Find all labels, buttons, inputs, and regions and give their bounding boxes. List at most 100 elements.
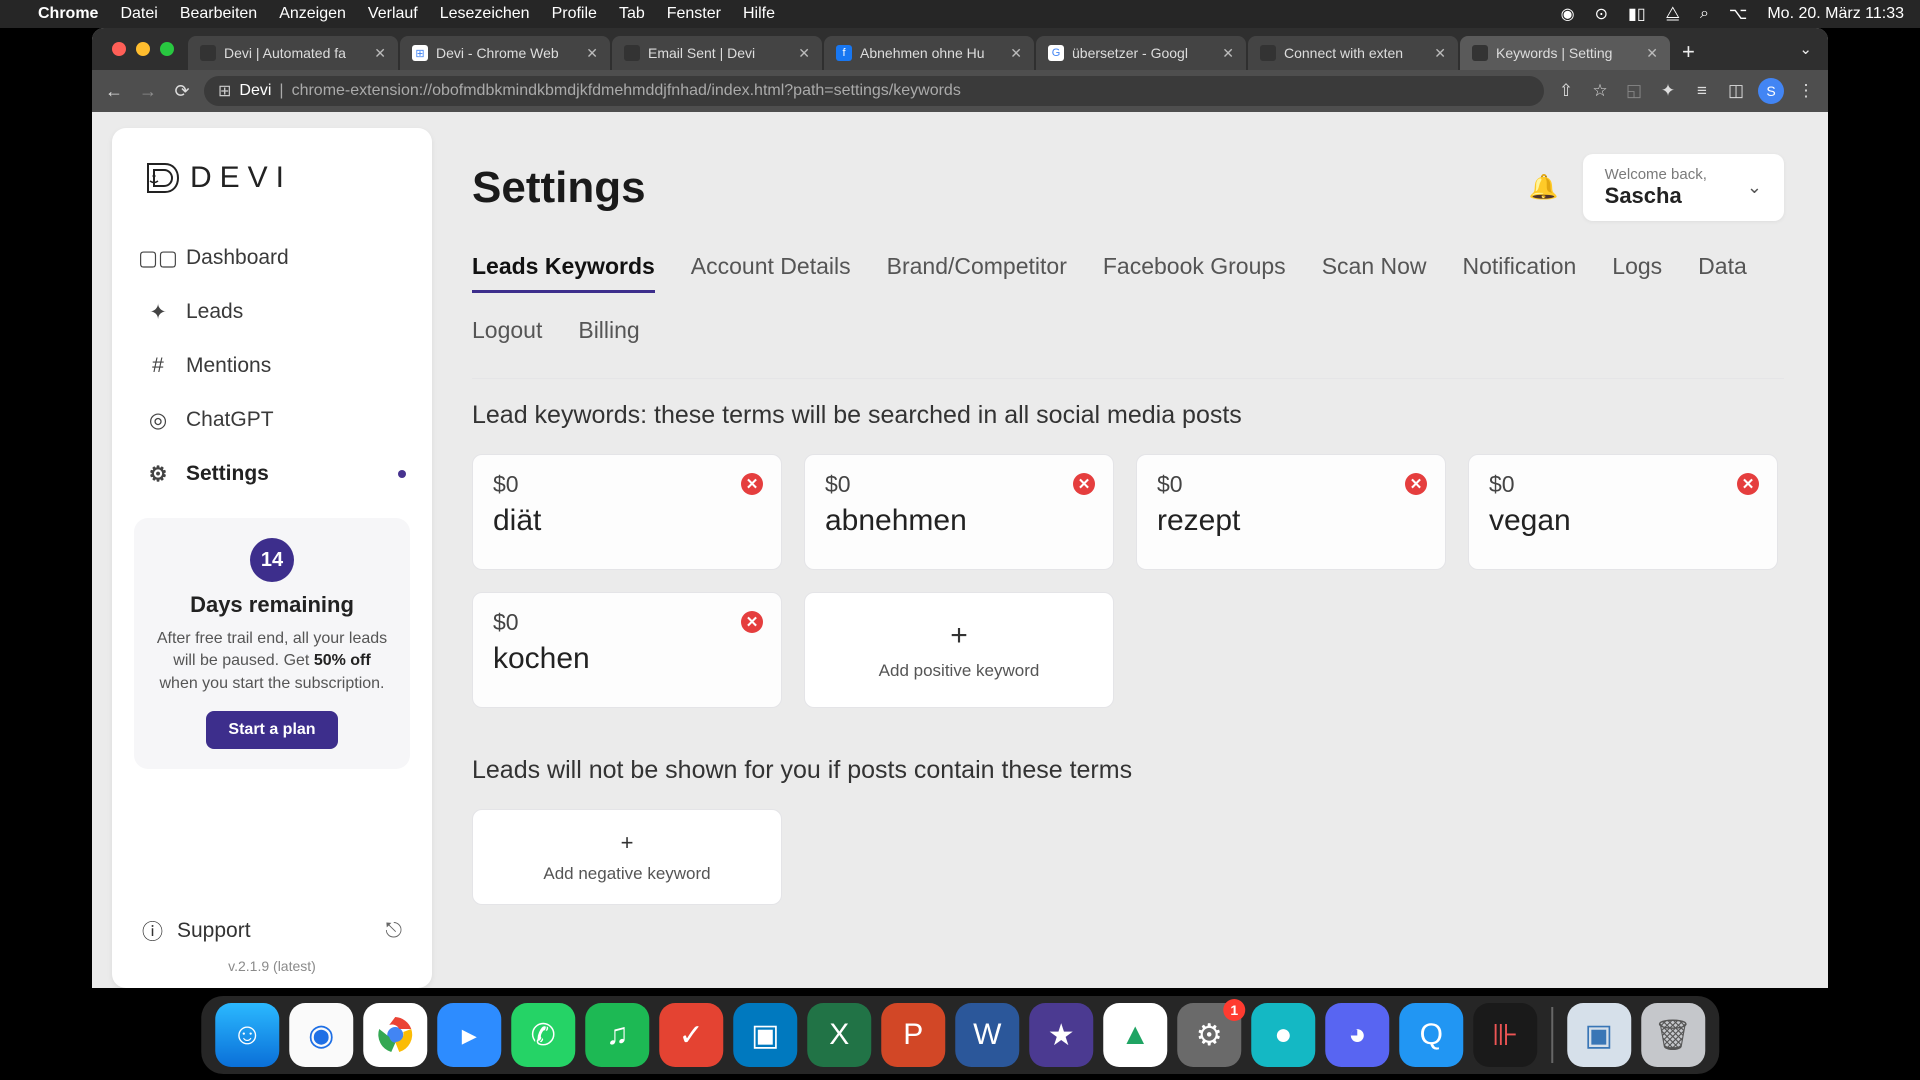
menu-view[interactable]: Anzeigen	[279, 5, 346, 23]
delete-keyword-icon[interactable]: ✕	[1737, 473, 1759, 495]
delete-keyword-icon[interactable]: ✕	[1405, 473, 1427, 495]
menu-window[interactable]: Fenster	[667, 5, 721, 23]
delete-keyword-icon[interactable]: ✕	[1073, 473, 1095, 495]
bell-icon[interactable]: 🔔	[1529, 173, 1559, 202]
dock-zoom-icon[interactable]: ▸	[437, 1003, 501, 1067]
browser-tab-active[interactable]: Keywords | Setting ✕	[1460, 36, 1670, 70]
dock-excel-icon[interactable]: X	[807, 1003, 871, 1067]
sidebar-item-dashboard[interactable]: ▢▢ Dashboard	[132, 234, 412, 282]
dock-finder-icon[interactable]: ☺	[215, 1003, 279, 1067]
tab-close-icon[interactable]: ✕	[1646, 45, 1658, 62]
menu-edit[interactable]: Bearbeiten	[180, 5, 257, 23]
clock[interactable]: Mo. 20. März 11:33	[1767, 5, 1904, 23]
dock-spotify-icon[interactable]: ♫	[585, 1003, 649, 1067]
tab-logs[interactable]: Logs	[1612, 253, 1662, 293]
chrome-menu-icon[interactable]: ⋮	[1794, 81, 1818, 101]
bookmark-icon[interactable]: ☆	[1588, 81, 1612, 101]
play-icon[interactable]: ⊙	[1595, 4, 1608, 24]
sidebar-item-settings[interactable]: ⚙ Settings	[132, 450, 412, 498]
control-center-icon[interactable]: ⌥	[1729, 4, 1747, 24]
menu-help[interactable]: Hilfe	[743, 5, 775, 23]
back-button[interactable]: ←	[102, 81, 126, 102]
add-negative-keyword-button[interactable]: + Add negative keyword	[472, 809, 782, 905]
menu-tab[interactable]: Tab	[619, 5, 645, 23]
dock-discord-icon[interactable]: ◕	[1325, 1003, 1389, 1067]
dock-chrome-icon[interactable]	[363, 1003, 427, 1067]
browser-tab[interactable]: Email Sent | Devi ✕	[612, 36, 822, 70]
address-bar[interactable]: ⊞ Devi | chrome-extension://obofmdbkmind…	[204, 76, 1544, 106]
delete-keyword-icon[interactable]: ✕	[741, 473, 763, 495]
browser-tab[interactable]: ⊞ Devi - Chrome Web ✕	[400, 36, 610, 70]
tab-scan-now[interactable]: Scan Now	[1322, 253, 1427, 293]
browser-tab[interactable]: Devi | Automated fa ✕	[188, 36, 398, 70]
sidebar-item-leads[interactable]: ✦ Leads	[132, 288, 412, 336]
menu-history[interactable]: Verlauf	[368, 5, 418, 23]
tab-overflow-icon[interactable]: ⌄	[1783, 40, 1828, 58]
extensions-icon[interactable]: ✦	[1656, 81, 1680, 101]
dock-quicktime-icon[interactable]: Q	[1399, 1003, 1463, 1067]
start-plan-button[interactable]: Start a plan	[206, 711, 337, 749]
tab-close-icon[interactable]: ✕	[1434, 45, 1446, 62]
reload-button[interactable]: ⟳	[170, 81, 194, 102]
share-icon[interactable]: ⇧	[1554, 81, 1578, 101]
tab-facebook-groups[interactable]: Facebook Groups	[1103, 253, 1286, 293]
dock-voice-memos-icon[interactable]: ⊪	[1473, 1003, 1537, 1067]
dock-todoist-icon[interactable]: ✓	[659, 1003, 723, 1067]
logo[interactable]: DEVI	[112, 158, 432, 234]
browser-tab[interactable]: f Abnehmen ohne Hu ✕	[824, 36, 1034, 70]
side-panel-icon[interactable]: ◫	[1724, 81, 1748, 101]
dock-separator	[1551, 1007, 1553, 1063]
wifi-icon[interactable]: ⧋	[1666, 5, 1680, 23]
dock-preview-icon[interactable]: ▣	[1567, 1003, 1631, 1067]
dock-word-icon[interactable]: W	[955, 1003, 1019, 1067]
minimize-window-icon[interactable]	[136, 42, 150, 56]
add-positive-keyword-button[interactable]: + Add positive keyword	[804, 592, 1114, 708]
dock-powerpoint-icon[interactable]: P	[881, 1003, 945, 1067]
support-link[interactable]: ⓘ Support ⎋	[112, 906, 432, 952]
tab-data[interactable]: Data	[1698, 253, 1747, 293]
search-icon[interactable]: ⌕	[1700, 5, 1709, 23]
tab-notification[interactable]: Notification	[1463, 253, 1577, 293]
reading-list-icon[interactable]: ≡	[1690, 81, 1714, 101]
tab-close-icon[interactable]: ✕	[1010, 45, 1022, 62]
browser-tab[interactable]: Connect with exten ✕	[1248, 36, 1458, 70]
sidebar-item-mentions[interactable]: # Mentions	[132, 342, 412, 390]
dock-imovie-icon[interactable]: ★	[1029, 1003, 1093, 1067]
profile-avatar[interactable]: S	[1758, 78, 1784, 104]
sidebar-item-chatgpt[interactable]: ◎ ChatGPT	[132, 396, 412, 444]
tab-leads-keywords[interactable]: Leads Keywords	[472, 253, 655, 293]
dock-trello-icon[interactable]: ▣	[733, 1003, 797, 1067]
forward-button[interactable]: →	[136, 81, 160, 102]
tab-close-icon[interactable]: ✕	[1222, 45, 1234, 62]
menu-profile[interactable]: Profile	[552, 5, 597, 23]
dock-app-icon[interactable]: ●	[1251, 1003, 1315, 1067]
maximize-window-icon[interactable]	[160, 42, 174, 56]
record-icon[interactable]: ◉	[1561, 4, 1575, 24]
tab-billing[interactable]: Billing	[578, 317, 639, 354]
new-tab-button[interactable]: +	[1672, 39, 1705, 65]
menubar-app-name[interactable]: Chrome	[38, 5, 98, 23]
extension-disabled-icon[interactable]: ◱	[1622, 81, 1646, 101]
tab-account-details[interactable]: Account Details	[691, 253, 851, 293]
delete-keyword-icon[interactable]: ✕	[741, 611, 763, 633]
dock-whatsapp-icon[interactable]: ✆	[511, 1003, 575, 1067]
browser-tab[interactable]: G übersetzer - Googl ✕	[1036, 36, 1246, 70]
tab-close-icon[interactable]: ✕	[374, 45, 386, 62]
tab-close-icon[interactable]: ✕	[586, 45, 598, 62]
macos-dock[interactable]: ☺ ◉ ▸ ✆ ♫ ✓ ▣ X P W ★ ▲ ⚙ 1 ● ◕ Q ⊪ ▣ 🗑	[201, 996, 1719, 1074]
user-menu[interactable]: Welcome back, Sascha ⌄	[1583, 154, 1784, 221]
close-window-icon[interactable]	[112, 42, 126, 56]
macos-menubar[interactable]: Chrome Datei Bearbeiten Anzeigen Verlauf…	[0, 0, 1920, 28]
dock-drive-icon[interactable]: ▲	[1103, 1003, 1167, 1067]
tab-logout[interactable]: Logout	[472, 317, 542, 354]
battery-icon[interactable]: ▮▯	[1628, 4, 1646, 24]
tab-brand-competitor[interactable]: Brand/Competitor	[887, 253, 1067, 293]
tab-close-icon[interactable]: ✕	[798, 45, 810, 62]
dock-safari-icon[interactable]: ◉	[289, 1003, 353, 1067]
window-controls[interactable]	[100, 42, 186, 56]
export-icon[interactable]: ⎋	[385, 919, 402, 943]
dock-system-preferences-icon[interactable]: ⚙ 1	[1177, 1003, 1241, 1067]
menu-bookmarks[interactable]: Lesezeichen	[440, 5, 530, 23]
menu-file[interactable]: Datei	[120, 5, 157, 23]
dock-trash-icon[interactable]: 🗑	[1641, 1003, 1705, 1067]
